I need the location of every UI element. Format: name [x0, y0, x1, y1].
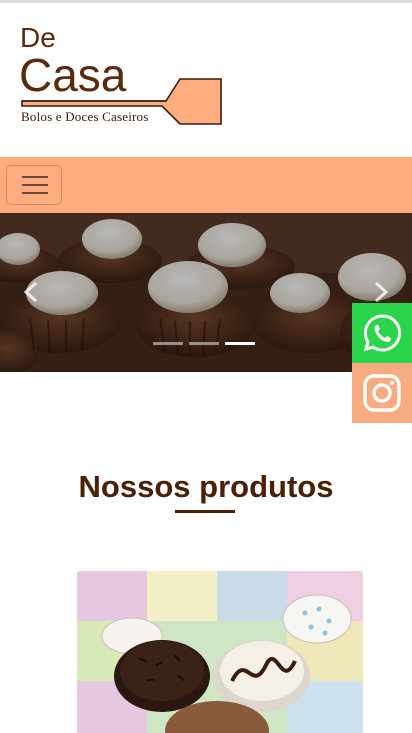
carousel-indicators: [153, 342, 255, 348]
logo-tagline: Bolos e Doces Caseiros: [21, 109, 149, 124]
title-underline: [175, 510, 235, 513]
carousel-indicator-3[interactable]: [225, 342, 255, 345]
navbar: [0, 157, 412, 213]
whatsapp-icon: [363, 314, 402, 352]
product-image[interactable]: [77, 571, 363, 733]
chevron-left-icon: [23, 281, 38, 303]
carousel-indicator-2[interactable]: [189, 342, 219, 345]
navbar-toggler-button[interactable]: [6, 165, 62, 205]
logo-text-casa: Casa: [19, 49, 127, 101]
carousel-prev-button[interactable]: [16, 275, 46, 309]
carousel-indicator-1[interactable]: [153, 342, 183, 345]
section-title-products: Nossos produtos: [78, 469, 334, 504]
instagram-icon: [363, 374, 401, 412]
hero-carousel: [0, 213, 412, 372]
carousel-dim-overlay: [0, 213, 412, 372]
brand-logo[interactable]: De Casa Bolos e Doces Caseiros: [0, 3, 412, 157]
product-photo-desserts: [77, 571, 363, 733]
whatsapp-button[interactable]: [352, 303, 412, 363]
instagram-button[interactable]: [352, 363, 412, 423]
